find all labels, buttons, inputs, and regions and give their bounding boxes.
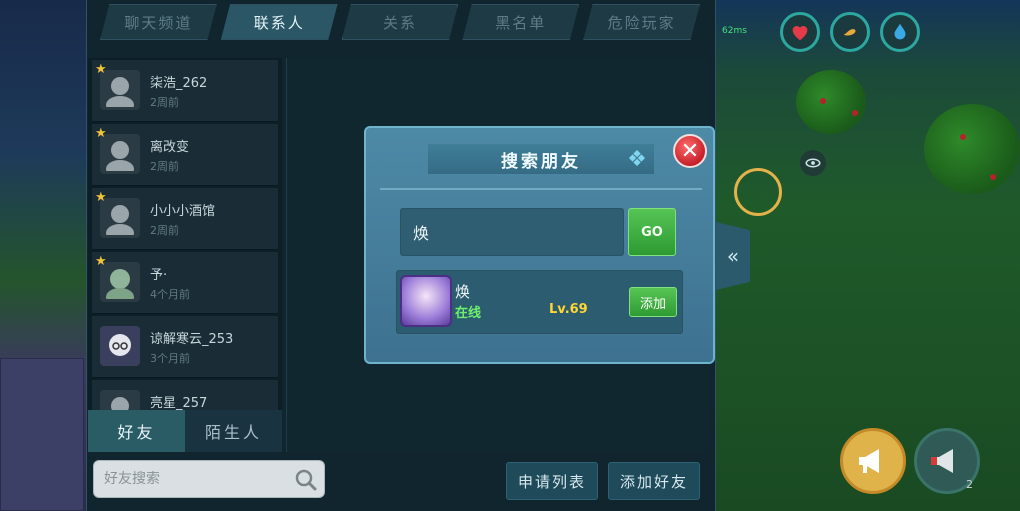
list-item[interactable]: 亮星_257 xyxy=(92,380,278,410)
star-icon: ★ xyxy=(95,62,107,77)
bush xyxy=(924,104,1020,194)
dialog-title: 搜索朋友 xyxy=(428,144,654,174)
berry xyxy=(960,134,966,140)
tab-strangers[interactable]: 陌生人 xyxy=(185,410,282,452)
divider xyxy=(380,188,702,190)
water-drop-icon xyxy=(894,23,906,40)
collapse-panel-button[interactable]: « xyxy=(716,222,750,290)
tab-relations[interactable]: 关系 xyxy=(341,4,459,40)
friend-search-box xyxy=(93,460,325,498)
berry xyxy=(852,110,858,116)
tab-chat-channel[interactable]: 聊天频道 xyxy=(100,4,217,40)
target-ring xyxy=(734,168,782,216)
search-friend-dialog: ❖ 搜索朋友 ❖ ✕ GO 焕 在线 Lv.69 添加 xyxy=(364,126,715,364)
berry xyxy=(990,174,996,180)
default-avatar-icon xyxy=(106,77,134,107)
list-item[interactable]: 谅解寒云_253 3个月前 xyxy=(92,316,278,378)
top-tab-bar: 聊天频道 联系人 关系 黑名单 危险玩家 xyxy=(100,4,700,42)
contact-last-seen: 3个月前 xyxy=(150,352,190,365)
contact-last-seen: 4个月前 xyxy=(150,288,190,301)
add-button[interactable]: 添加 xyxy=(629,287,677,317)
default-avatar-icon xyxy=(106,205,134,235)
list-item[interactable]: ★ 离改变 2周前 xyxy=(92,124,278,186)
star-icon: ★ xyxy=(95,254,107,269)
contact-name: 亮星_257 xyxy=(150,396,208,410)
default-avatar-icon xyxy=(111,397,129,410)
online-status: 在线 xyxy=(455,306,482,321)
megaphone-icon xyxy=(859,449,879,473)
stone-floor xyxy=(0,358,84,511)
contact-name: 小小小酒馆 xyxy=(150,204,216,219)
player-search-input[interactable] xyxy=(400,208,624,256)
double-chevron-left-icon: « xyxy=(726,244,740,268)
star-icon: ★ xyxy=(95,190,107,205)
bush xyxy=(796,70,866,134)
hunger-indicator[interactable] xyxy=(830,12,870,52)
broadcast-button[interactable] xyxy=(840,428,906,494)
contact-last-seen: 2周前 xyxy=(150,224,179,237)
water-indicator[interactable] xyxy=(880,12,920,52)
health-indicator[interactable] xyxy=(780,12,820,52)
avatar xyxy=(100,390,140,410)
list-item[interactable]: ★ 小小小酒馆 2周前 xyxy=(92,188,278,250)
tab-friends[interactable]: 好友 xyxy=(88,410,185,452)
close-icon: ✕ xyxy=(680,138,700,164)
add-friend-button[interactable]: 添加好友 xyxy=(608,462,700,500)
search-icon[interactable] xyxy=(294,468,318,492)
notification-count: 2 xyxy=(966,478,973,491)
friend-type-tabs: 好友 陌生人 xyxy=(88,410,282,452)
contact-last-seen: 2周前 xyxy=(150,160,179,173)
tab-blacklist[interactable]: 黑名单 xyxy=(462,4,580,40)
contact-name: 予· xyxy=(150,268,168,283)
list-item[interactable]: ★ 柒浩_262 2周前 xyxy=(92,60,278,122)
heart-icon xyxy=(792,26,808,41)
contact-name: 柒浩_262 xyxy=(150,76,208,91)
close-button[interactable]: ✕ xyxy=(673,134,707,168)
contact-name: 谅解寒云_253 xyxy=(150,332,234,347)
tab-contacts[interactable]: 联系人 xyxy=(220,4,338,40)
contact-list[interactable]: ★ 柒浩_262 2周前 ★ 离改变 2周前 ★ 小小小酒馆 2周前 ★ 予· … xyxy=(88,58,282,410)
search-result-card: 焕 在线 Lv.69 添加 xyxy=(396,270,683,334)
berry xyxy=(820,98,826,104)
player-level: Lv.69 xyxy=(549,302,588,317)
apply-list-button[interactable]: 申请列表 xyxy=(506,462,598,500)
player-avatar[interactable] xyxy=(400,275,452,327)
go-button[interactable]: GO xyxy=(628,208,676,256)
default-avatar-icon xyxy=(106,141,134,171)
contact-name: 离改变 xyxy=(150,140,190,155)
tab-dangerous-players[interactable]: 危险玩家 xyxy=(583,4,700,40)
network-ping: 62ms xyxy=(722,26,747,36)
megaphone-red-icon xyxy=(931,449,953,473)
star-icon: ★ xyxy=(95,126,107,141)
friend-search-input[interactable] xyxy=(94,461,284,497)
list-item[interactable]: ★ 予· 4个月前 xyxy=(92,252,278,314)
eye-icon[interactable] xyxy=(800,150,826,176)
avatar xyxy=(100,326,140,366)
character-avatar-icon xyxy=(109,334,131,356)
ornament-right-icon: ❖ xyxy=(627,146,647,172)
food-icon xyxy=(843,29,856,36)
contact-last-seen: 2周前 xyxy=(150,96,179,109)
player-name: 焕 xyxy=(455,283,471,301)
character-avatar-icon xyxy=(106,269,134,299)
